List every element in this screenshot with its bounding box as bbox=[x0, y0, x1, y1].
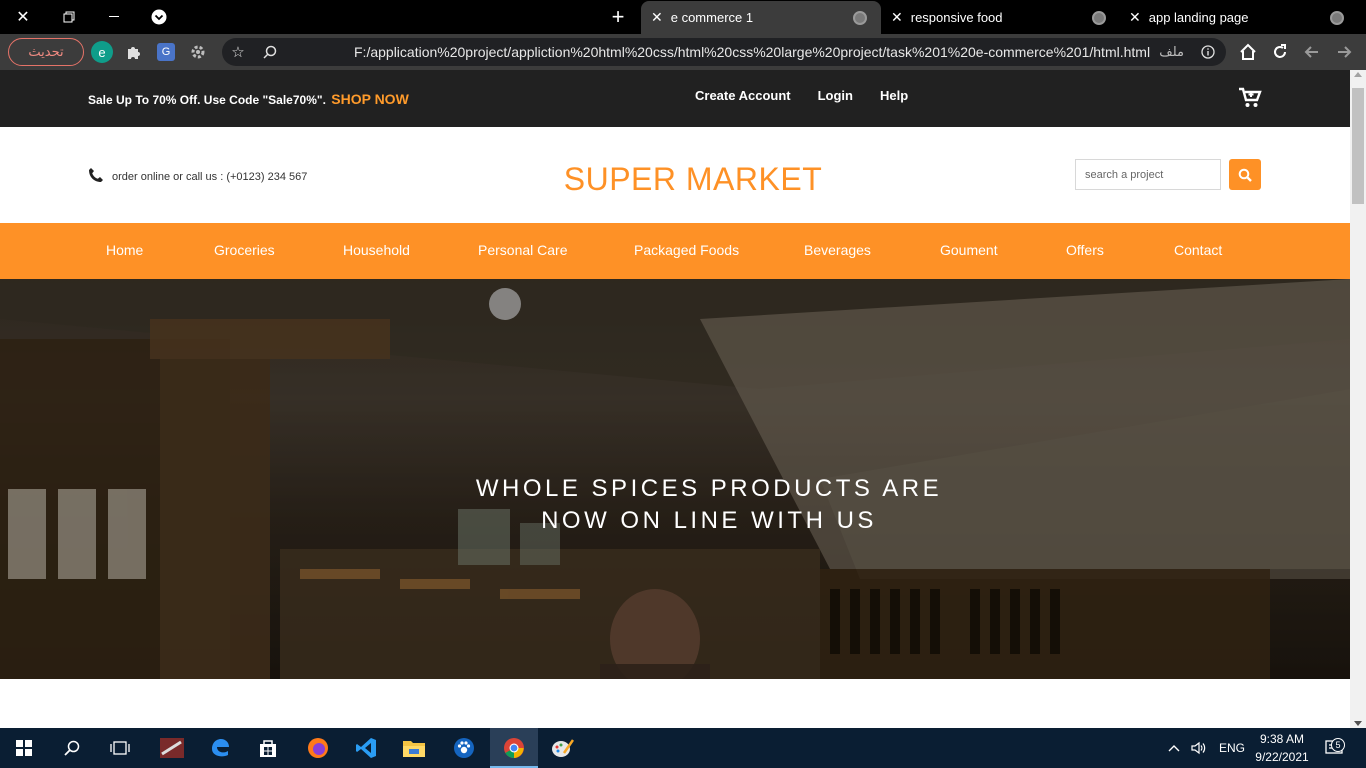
close-window-icon[interactable]: ✕ bbox=[0, 0, 46, 34]
firefox-icon[interactable] bbox=[294, 728, 342, 768]
back-arrow-icon[interactable] bbox=[1332, 40, 1356, 64]
vscode-icon[interactable] bbox=[342, 728, 390, 768]
paint-app-icon[interactable] bbox=[538, 728, 586, 768]
nav-item-groceries[interactable]: Groceries bbox=[214, 242, 275, 258]
clock-date: 9/22/2021 bbox=[1255, 750, 1309, 764]
hero-headline-line1: WHOLE SPICES PRODUCTS ARE bbox=[475, 475, 943, 502]
tab-title: app landing page bbox=[1148, 10, 1249, 25]
browser-tab-strip: ✕ + ✕ e commerce 1 ✕ responsive food ✕ a… bbox=[0, 0, 1366, 34]
browser-toolbar: تحديث e G ☆ F:/application%20project/app… bbox=[0, 34, 1366, 70]
windows-taskbar: ENG 9:38 AM 9/22/2021 5 bbox=[0, 728, 1366, 768]
tab-responsive-food[interactable]: ✕ responsive food bbox=[881, 1, 1115, 34]
site-header: order online or call us : (+0123) 234 56… bbox=[0, 127, 1350, 223]
search-input[interactable] bbox=[1075, 159, 1221, 190]
nav-item-home[interactable]: Home bbox=[106, 242, 143, 258]
settings-gear-icon[interactable] bbox=[186, 40, 210, 64]
promo-text: Sale Up To 70% Off. Use Code "Sale70%". bbox=[88, 93, 326, 107]
address-bar[interactable]: ☆ F:/application%20project/appliction%20… bbox=[222, 38, 1226, 66]
scroll-up-arrow-icon[interactable] bbox=[1354, 72, 1362, 77]
translate-icon[interactable]: G bbox=[157, 43, 175, 61]
language-indicator[interactable]: ENG bbox=[1219, 728, 1245, 768]
reload-icon[interactable] bbox=[1268, 40, 1292, 64]
search-icon[interactable] bbox=[48, 728, 96, 768]
tab-close-icon[interactable]: ✕ bbox=[891, 9, 903, 26]
login-link[interactable]: Login bbox=[818, 88, 853, 103]
tab-close-icon[interactable]: ✕ bbox=[1129, 9, 1141, 26]
tab-close-icon[interactable]: ✕ bbox=[651, 9, 663, 26]
account-links: Create Account Login Help bbox=[695, 88, 935, 103]
task-view-icon[interactable] bbox=[96, 728, 144, 768]
hero-headline-line2: NOW ON LINE WITH US bbox=[541, 507, 877, 534]
cart-icon[interactable] bbox=[1238, 87, 1262, 114]
url-text: F:/application%20project/appliction%20ht… bbox=[354, 44, 1151, 60]
tab-title: responsive food bbox=[910, 10, 1003, 25]
store-icon[interactable] bbox=[244, 728, 292, 768]
zoom-search-icon[interactable] bbox=[258, 40, 282, 64]
globe-icon bbox=[1330, 10, 1344, 25]
nav-item-beverages[interactable]: Beverages bbox=[804, 242, 871, 258]
globe-icon bbox=[1092, 10, 1106, 25]
tab-e-commerce[interactable]: ✕ e commerce 1 bbox=[641, 1, 881, 34]
globe-icon bbox=[853, 10, 867, 25]
promo-banner: Sale Up To 70% Off. Use Code "Sale70%". … bbox=[88, 91, 409, 107]
paw-app-icon[interactable] bbox=[440, 728, 488, 768]
tab-title: e commerce 1 bbox=[670, 10, 754, 25]
page-viewport: Sale Up To 70% Off. Use Code "Sale70%". … bbox=[0, 70, 1350, 728]
nav-item-household[interactable]: Household bbox=[343, 242, 410, 258]
new-tab-icon[interactable]: + bbox=[606, 0, 630, 34]
chrome-icon[interactable] bbox=[490, 728, 538, 768]
restore-window-icon[interactable] bbox=[46, 0, 92, 34]
start-windows-icon[interactable] bbox=[0, 728, 48, 768]
extension-avatar-icon[interactable]: e bbox=[91, 41, 113, 63]
tab-app-landing[interactable]: ✕ app landing page bbox=[1119, 1, 1359, 34]
scroll-down-arrow-icon[interactable] bbox=[1354, 721, 1362, 726]
scrollbar-thumb[interactable] bbox=[1352, 88, 1364, 204]
nav-item-personal-care[interactable]: Personal Care bbox=[478, 242, 568, 258]
nav-item-contact[interactable]: Contact bbox=[1174, 242, 1222, 258]
help-link[interactable]: Help bbox=[880, 88, 908, 103]
search-icon bbox=[1238, 168, 1252, 182]
bookmark-star-icon[interactable]: ☆ bbox=[226, 40, 250, 64]
forward-arrow-icon[interactable] bbox=[1300, 40, 1324, 64]
hero-banner: WHOLE SPICES PRODUCTS ARE NOW ON LINE WI… bbox=[0, 279, 1350, 679]
site-info-icon[interactable] bbox=[1196, 40, 1220, 64]
game-app-icon[interactable] bbox=[148, 728, 196, 768]
system-clock[interactable]: 9:38 AM 9/22/2021 bbox=[1250, 730, 1314, 766]
edge-browser-icon[interactable] bbox=[196, 728, 244, 768]
page-scrollbar[interactable] bbox=[1350, 70, 1366, 728]
tab-search-icon[interactable] bbox=[136, 0, 182, 34]
scheme-label: ملف bbox=[1159, 44, 1184, 59]
volume-icon[interactable] bbox=[1191, 728, 1207, 768]
extensions-puzzle-icon[interactable] bbox=[122, 40, 146, 64]
file-explorer-icon[interactable] bbox=[390, 728, 438, 768]
notification-count-badge: 5 bbox=[1331, 738, 1345, 752]
clock-time: 9:38 AM bbox=[1259, 732, 1305, 746]
search-button[interactable] bbox=[1229, 159, 1261, 190]
show-hidden-icons-icon[interactable] bbox=[1168, 728, 1180, 768]
create-account-link[interactable]: Create Account bbox=[695, 88, 791, 103]
hero-headline: WHOLE SPICES PRODUCTS ARE NOW ON LINE WI… bbox=[0, 473, 1350, 537]
update-button[interactable]: تحديث bbox=[8, 38, 84, 66]
nav-item-packaged-foods[interactable]: Packaged Foods bbox=[634, 242, 739, 258]
nav-item-offers[interactable]: Offers bbox=[1066, 242, 1104, 258]
main-nav: Home Groceries Household Personal Care P… bbox=[0, 223, 1350, 279]
nav-item-goument[interactable]: Goument bbox=[940, 242, 998, 258]
promo-top-bar: Sale Up To 70% Off. Use Code "Sale70%". … bbox=[0, 70, 1350, 127]
notification-count: 5 bbox=[1331, 738, 1345, 752]
home-icon[interactable] bbox=[1236, 40, 1260, 64]
shop-now-link[interactable]: SHOP NOW bbox=[331, 91, 409, 107]
minimize-window-icon[interactable] bbox=[92, 0, 138, 34]
